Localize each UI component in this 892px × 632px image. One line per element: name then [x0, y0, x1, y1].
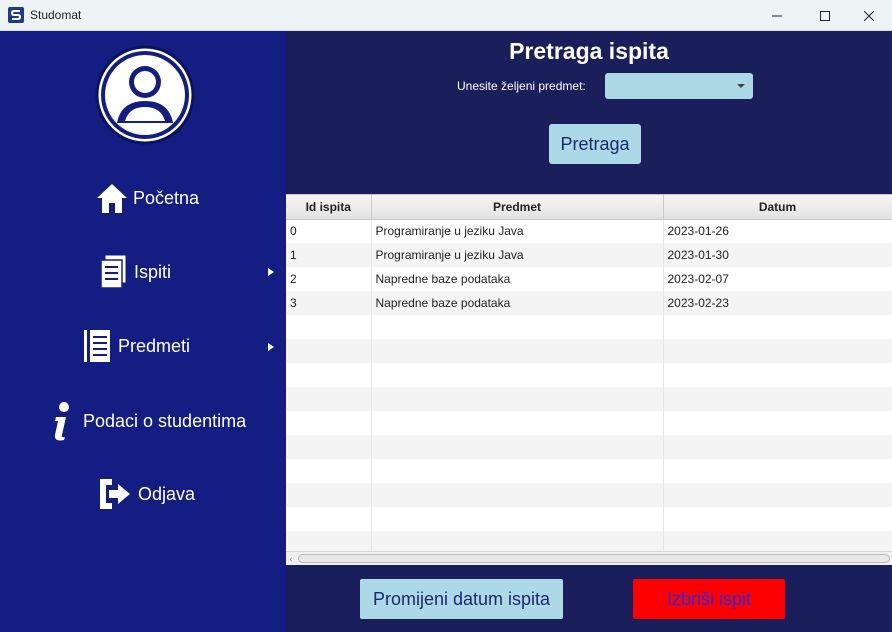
- delete-exam-button[interactable]: Izbriši ispit: [633, 579, 785, 619]
- empty-row: [286, 483, 892, 507]
- table-row[interactable]: 2 Napredne baze podataka 2023-02-07: [286, 267, 892, 291]
- sidebar-item-podaci-o-studentima[interactable]: Podaci o studentima: [50, 401, 246, 441]
- cell-id: 3: [286, 291, 372, 315]
- submenu-arrow-icon: [268, 268, 274, 276]
- submenu-arrow-icon: [268, 343, 274, 351]
- table-row[interactable]: 1 Programiranje u jeziku Java 2023-01-30: [286, 243, 892, 267]
- sidebar: Početna Ispiti Predmeti Podaci o student…: [0, 31, 286, 632]
- table-row[interactable]: 3 Napredne baze podataka 2023-02-23: [286, 291, 892, 315]
- action-footer: Promijeni datum ispita Izbriši ispit: [286, 565, 892, 632]
- column-header-predmet[interactable]: Predmet: [371, 195, 664, 220]
- sidebar-item-label: Podaci o studentima: [83, 410, 247, 431]
- close-icon: [864, 10, 874, 21]
- empty-row: [286, 387, 892, 411]
- cell-id: 2: [286, 267, 372, 291]
- logout-icon: [98, 477, 132, 511]
- sidebar-item-pocetna[interactable]: Početna: [95, 181, 199, 215]
- column-header-datum[interactable]: Datum: [663, 195, 892, 220]
- change-date-button[interactable]: Promijeni datum ispita: [360, 579, 563, 619]
- cell-predmet: Programiranje u jeziku Java: [371, 243, 664, 267]
- subject-label: Unesite željeni predmet:: [457, 79, 586, 93]
- sidebar-item-odjava[interactable]: Odjava: [98, 477, 195, 511]
- minimize-icon: [772, 15, 782, 16]
- cell-datum: 2023-02-07: [663, 267, 892, 291]
- app-logo-icon: [8, 7, 24, 23]
- sidebar-item-label: Ispiti: [134, 261, 172, 282]
- window-title: Studomat: [30, 8, 82, 22]
- close-button[interactable]: [846, 0, 892, 31]
- empty-row: [286, 435, 892, 459]
- empty-row: [286, 507, 892, 531]
- minimize-button[interactable]: [754, 0, 800, 31]
- cell-datum: 2023-01-26: [663, 219, 892, 243]
- user-avatar-icon: [95, 45, 195, 145]
- exams-table-grid: Id ispita Predmet Datum 0 Programiranje …: [286, 195, 892, 555]
- empty-row: [286, 315, 892, 339]
- table-row[interactable]: 0 Programiranje u jeziku Java 2023-01-26: [286, 219, 892, 243]
- cell-predmet: Napredne baze podataka: [371, 291, 664, 315]
- sidebar-item-predmeti[interactable]: Predmeti: [82, 328, 190, 364]
- sidebar-item-label: Predmeti: [118, 335, 191, 356]
- page-title: Pretraga ispita: [509, 38, 669, 64]
- maximize-button[interactable]: [802, 0, 848, 31]
- book-icon: [82, 328, 112, 364]
- info-icon: [50, 401, 74, 441]
- cell-id: 0: [286, 219, 372, 243]
- column-header-id[interactable]: Id ispita: [286, 195, 372, 220]
- empty-row: [286, 459, 892, 483]
- cell-datum: 2023-02-23: [663, 291, 892, 315]
- window-titlebar: Studomat: [0, 0, 892, 31]
- exams-table: Id ispita Predmet Datum 0 Programiranje …: [286, 194, 892, 565]
- scroll-left-icon[interactable]: ‹: [289, 555, 293, 565]
- scrollbar-thumb[interactable]: [298, 554, 890, 563]
- cell-predmet: Napredne baze podataka: [371, 267, 664, 291]
- chevron-down-icon: [737, 84, 745, 88]
- sidebar-item-label: Početna: [133, 187, 200, 208]
- empty-row: [286, 411, 892, 435]
- sidebar-item-ispiti[interactable]: Ispiti: [100, 254, 171, 290]
- search-button[interactable]: Pretraga: [549, 124, 641, 164]
- home-icon: [95, 181, 129, 215]
- empty-row: [286, 339, 892, 363]
- sidebar-item-label: Odjava: [138, 483, 196, 504]
- empty-row: [286, 363, 892, 387]
- horizontal-scrollbar[interactable]: ‹: [286, 551, 892, 565]
- subject-dropdown[interactable]: [605, 73, 753, 99]
- cell-datum: 2023-01-30: [663, 243, 892, 267]
- document-icon: [100, 254, 128, 290]
- maximize-icon: [820, 10, 830, 21]
- cell-id: 1: [286, 243, 372, 267]
- search-header: Pretraga ispita Unesite željeni predmet:…: [286, 31, 892, 194]
- cell-predmet: Programiranje u jeziku Java: [371, 219, 664, 243]
